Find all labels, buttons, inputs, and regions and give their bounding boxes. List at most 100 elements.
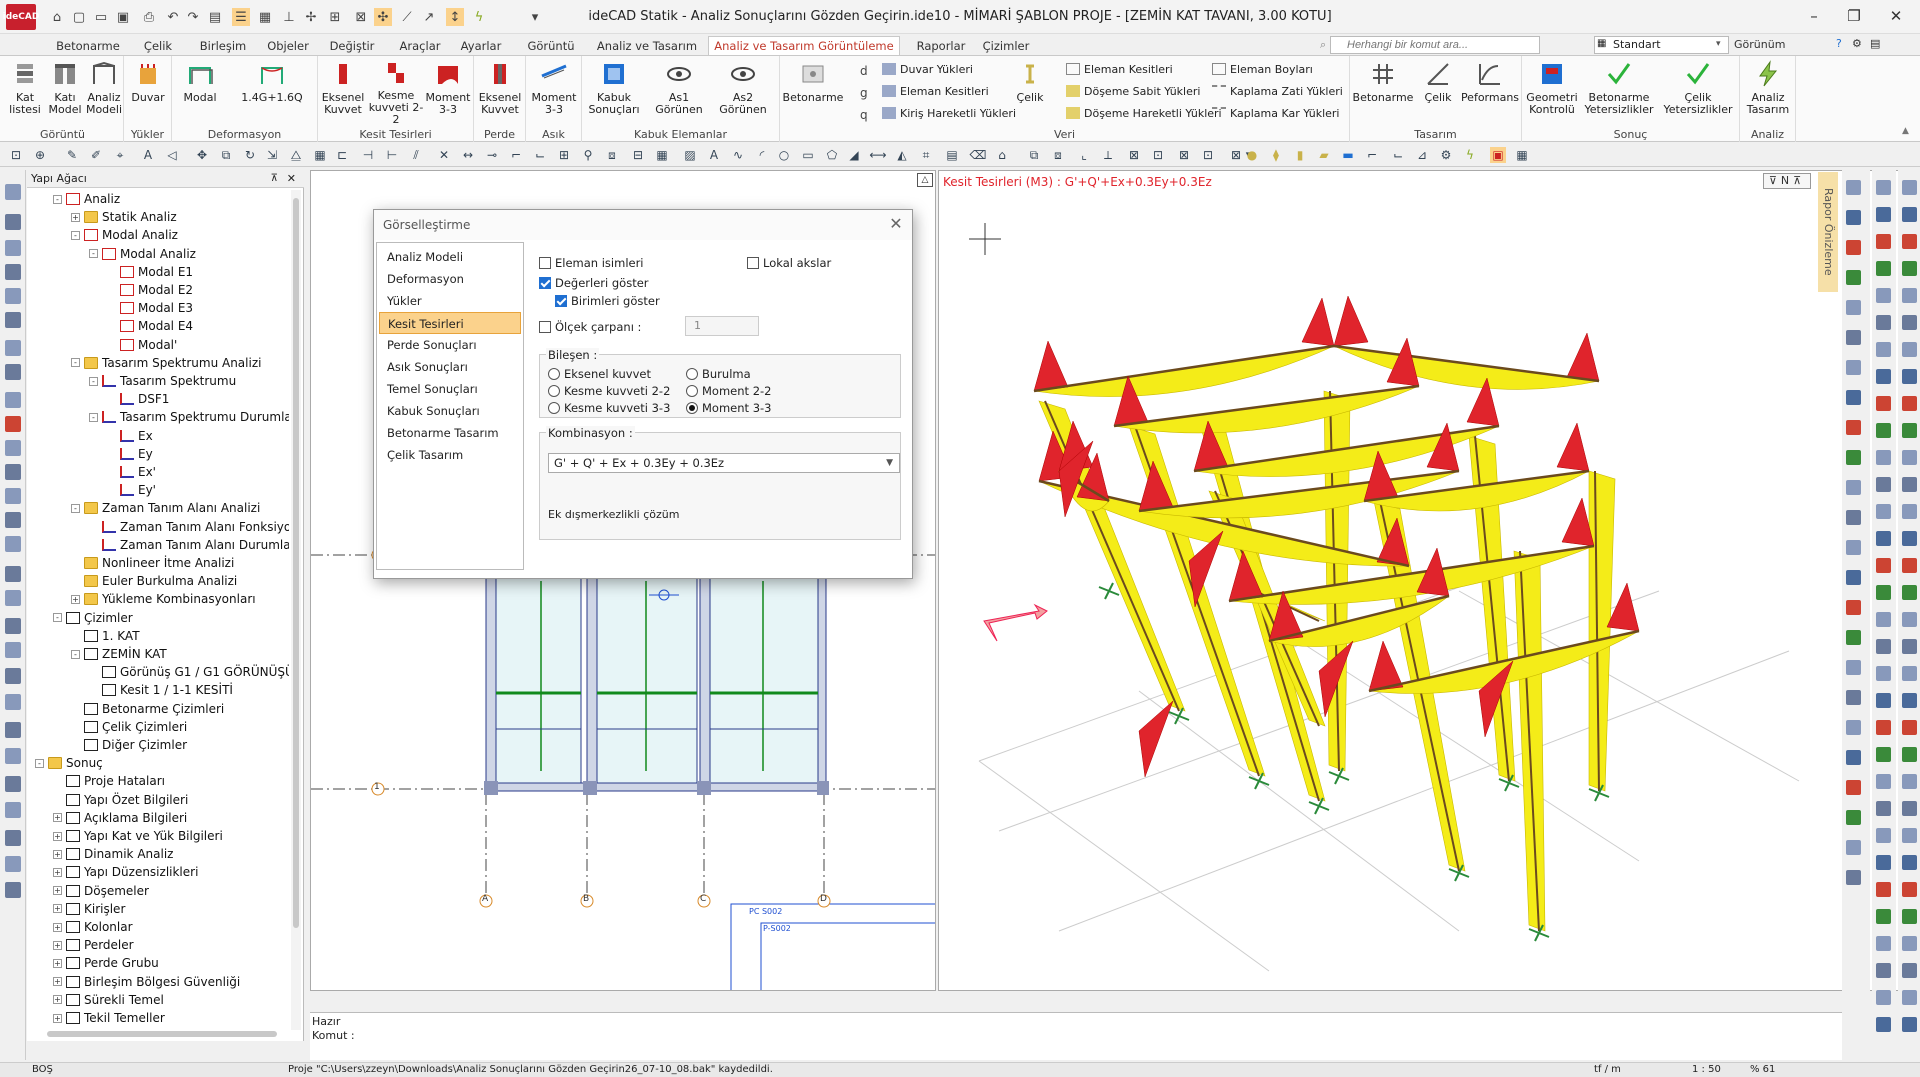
table-icon[interactable]: ⊟ [630, 147, 646, 163]
tool-icon[interactable] [1846, 390, 1861, 405]
snap-endpoint-icon[interactable]: ⌞ [1076, 147, 1092, 163]
tree-item[interactable]: - Tasarım Spektrumu [89, 372, 236, 390]
tool-icon[interactable] [1876, 666, 1891, 681]
minimize-icon[interactable]: – [1794, 4, 1834, 28]
tree-item[interactable]: + Kirişler [53, 900, 125, 918]
tool-icon[interactable] [1846, 570, 1861, 585]
tool-icon[interactable] [5, 642, 21, 658]
tool-icon[interactable] [1902, 369, 1917, 384]
kaplama-kar-yukleri-button[interactable]: Kaplama Kar Yükleri [1212, 104, 1339, 122]
tree-item[interactable]: + Sürekli Temel [53, 991, 164, 1009]
tool-icon[interactable] [1902, 990, 1917, 1005]
geometri-kontrolu-button[interactable]: Geometri Kontrolü [1524, 59, 1580, 125]
view-menu[interactable]: Görünüm [1734, 38, 1785, 51]
unit-indicator[interactable]: tf / m [1594, 1064, 1621, 1075]
tree-item[interactable]: - Modal Analiz [89, 245, 196, 263]
show-units-checkbox[interactable]: Birimleri göster [555, 294, 660, 308]
tool-icon[interactable] [1846, 420, 1861, 435]
intersect-icon[interactable]: ✕ [436, 147, 452, 163]
tool-icon[interactable] [5, 364, 21, 380]
snap-center-icon[interactable]: ⊡ [1150, 147, 1166, 163]
expand-icon[interactable]: + [53, 831, 62, 841]
dialog-nav-item[interactable]: Çelik Tasarım [379, 444, 521, 466]
tool-icon[interactable] [1876, 504, 1891, 519]
tab-raporlar[interactable]: Raporlar [904, 36, 978, 55]
stretch-icon[interactable]: ⇲ [264, 147, 280, 163]
tool-icon[interactable] [1876, 450, 1891, 465]
tool-icon[interactable] [1902, 342, 1917, 357]
rapor-onizleme-tab[interactable]: Rapor Önizleme [1818, 172, 1838, 292]
component-radio[interactable]: Eksenel kuvvet [548, 367, 651, 381]
draw-icon[interactable]: ⟋ [398, 8, 416, 26]
tree-item[interactable]: Modal E1 [107, 263, 193, 281]
veri-betonarme-button[interactable]: Betonarme [782, 59, 844, 125]
expand-icon[interactable]: + [53, 995, 62, 1005]
tool-icon[interactable] [1902, 396, 1917, 411]
join-icon[interactable]: ⊸ [484, 147, 500, 163]
plan-view-icon[interactable]: ⌂ [994, 147, 1010, 163]
tool-icon[interactable] [1902, 720, 1917, 735]
scale-indicator[interactable]: 1 : 50 [1692, 1064, 1721, 1075]
tab-degistir[interactable]: Değiştir [322, 36, 382, 55]
dimension-icon[interactable]: ⟷ [869, 147, 886, 163]
tool-icon[interactable] [5, 748, 21, 764]
component-radio[interactable]: Moment 3-3 [686, 401, 771, 415]
tree-item[interactable]: +Radye Döşemeler [53, 1027, 190, 1030]
tool-icon[interactable] [5, 776, 21, 792]
tool-icon[interactable] [1902, 477, 1917, 492]
celik-eleman-kesitleri-button[interactable]: Eleman Kesitleri [1066, 60, 1173, 78]
tree-item[interactable]: + Yapı Kat ve Yük Bilgileri [53, 827, 223, 845]
section-view-icon[interactable]: ⌐ [1364, 147, 1380, 163]
expand-icon[interactable]: + [53, 977, 62, 987]
tree-h-scrollbar[interactable] [47, 1031, 277, 1037]
tree-item[interactable]: Çelik Çizimleri [71, 718, 187, 736]
collapse-icon[interactable]: - [89, 249, 98, 259]
tool-icon[interactable] [1876, 693, 1891, 708]
move-icon[interactable]: ↕ [446, 8, 464, 26]
expand-icon[interactable]: + [53, 1013, 62, 1023]
tasarim-celik-button[interactable]: Çelik [1416, 59, 1460, 125]
window-cascade-icon[interactable]: ⧈ [1050, 147, 1066, 163]
offset-icon[interactable]: ⊏ [334, 147, 350, 163]
component-radio[interactable]: Kesme kuvveti 3-3 [548, 401, 670, 415]
tool-icon[interactable] [5, 830, 21, 846]
gear-icon[interactable]: ⚙ [1438, 147, 1454, 163]
tool-icon[interactable] [1876, 774, 1891, 789]
collapse-icon[interactable]: - [71, 230, 80, 240]
tool-icon[interactable] [1902, 1017, 1917, 1032]
snap-nearest-icon[interactable]: ⊠ [1176, 147, 1192, 163]
tool-icon[interactable] [5, 512, 21, 528]
tool-icon[interactable] [5, 882, 21, 898]
search-input[interactable] [1330, 36, 1540, 54]
collapse-icon[interactable]: - [71, 503, 80, 513]
tool-icon[interactable] [1902, 234, 1917, 249]
expand-icon[interactable]: + [53, 849, 62, 859]
duvar-yukleri-button[interactable]: Duvar Yükleri [882, 60, 973, 78]
tool-icon[interactable] [5, 488, 21, 504]
tool-icon[interactable] [1902, 855, 1917, 870]
tool-icon[interactable] [1846, 840, 1861, 855]
view-triangle-icon[interactable]: △ [917, 173, 933, 187]
home-icon[interactable]: ⌂ [48, 8, 66, 26]
tool-icon[interactable] [1902, 261, 1917, 276]
analiz-tasarim-button[interactable]: Analiz Tasarım [1744, 59, 1792, 125]
tool-icon[interactable] [1876, 585, 1891, 600]
kabuk-sonuclari-button[interactable]: Kabuk Sonuçları [584, 59, 644, 125]
expand-icon[interactable]: + [53, 958, 62, 968]
tool-icon[interactable] [1902, 585, 1917, 600]
tab-betonarme[interactable]: Betonarme [52, 36, 124, 55]
polygon-icon[interactable]: ⬠ [824, 147, 840, 163]
snap-icon[interactable]: ✢ [302, 8, 320, 26]
tool-icon[interactable] [1876, 963, 1891, 978]
tool-icon[interactable] [5, 312, 21, 328]
tree-item[interactable]: - Tasarım Spektrumu Durumları [89, 408, 289, 426]
tree-item[interactable]: + Statik Analiz [71, 208, 177, 226]
ribbon-collapse-icon[interactable]: ▲ [1902, 126, 1909, 136]
zoom-indicator[interactable]: % 61 [1750, 1064, 1775, 1075]
component-radio[interactable]: Kesme kuvveti 2-2 [548, 384, 670, 398]
kiris-hareketli-yukleri-button[interactable]: Kiriş Hareketli Yükleri [882, 104, 1016, 122]
lightning-icon[interactable]: ϟ [1462, 147, 1478, 163]
tree-scrollbar[interactable] [291, 190, 301, 1030]
tree-item[interactable]: Betonarme Çizimleri [71, 700, 224, 718]
tree-item[interactable]: DSF1 [107, 390, 169, 408]
